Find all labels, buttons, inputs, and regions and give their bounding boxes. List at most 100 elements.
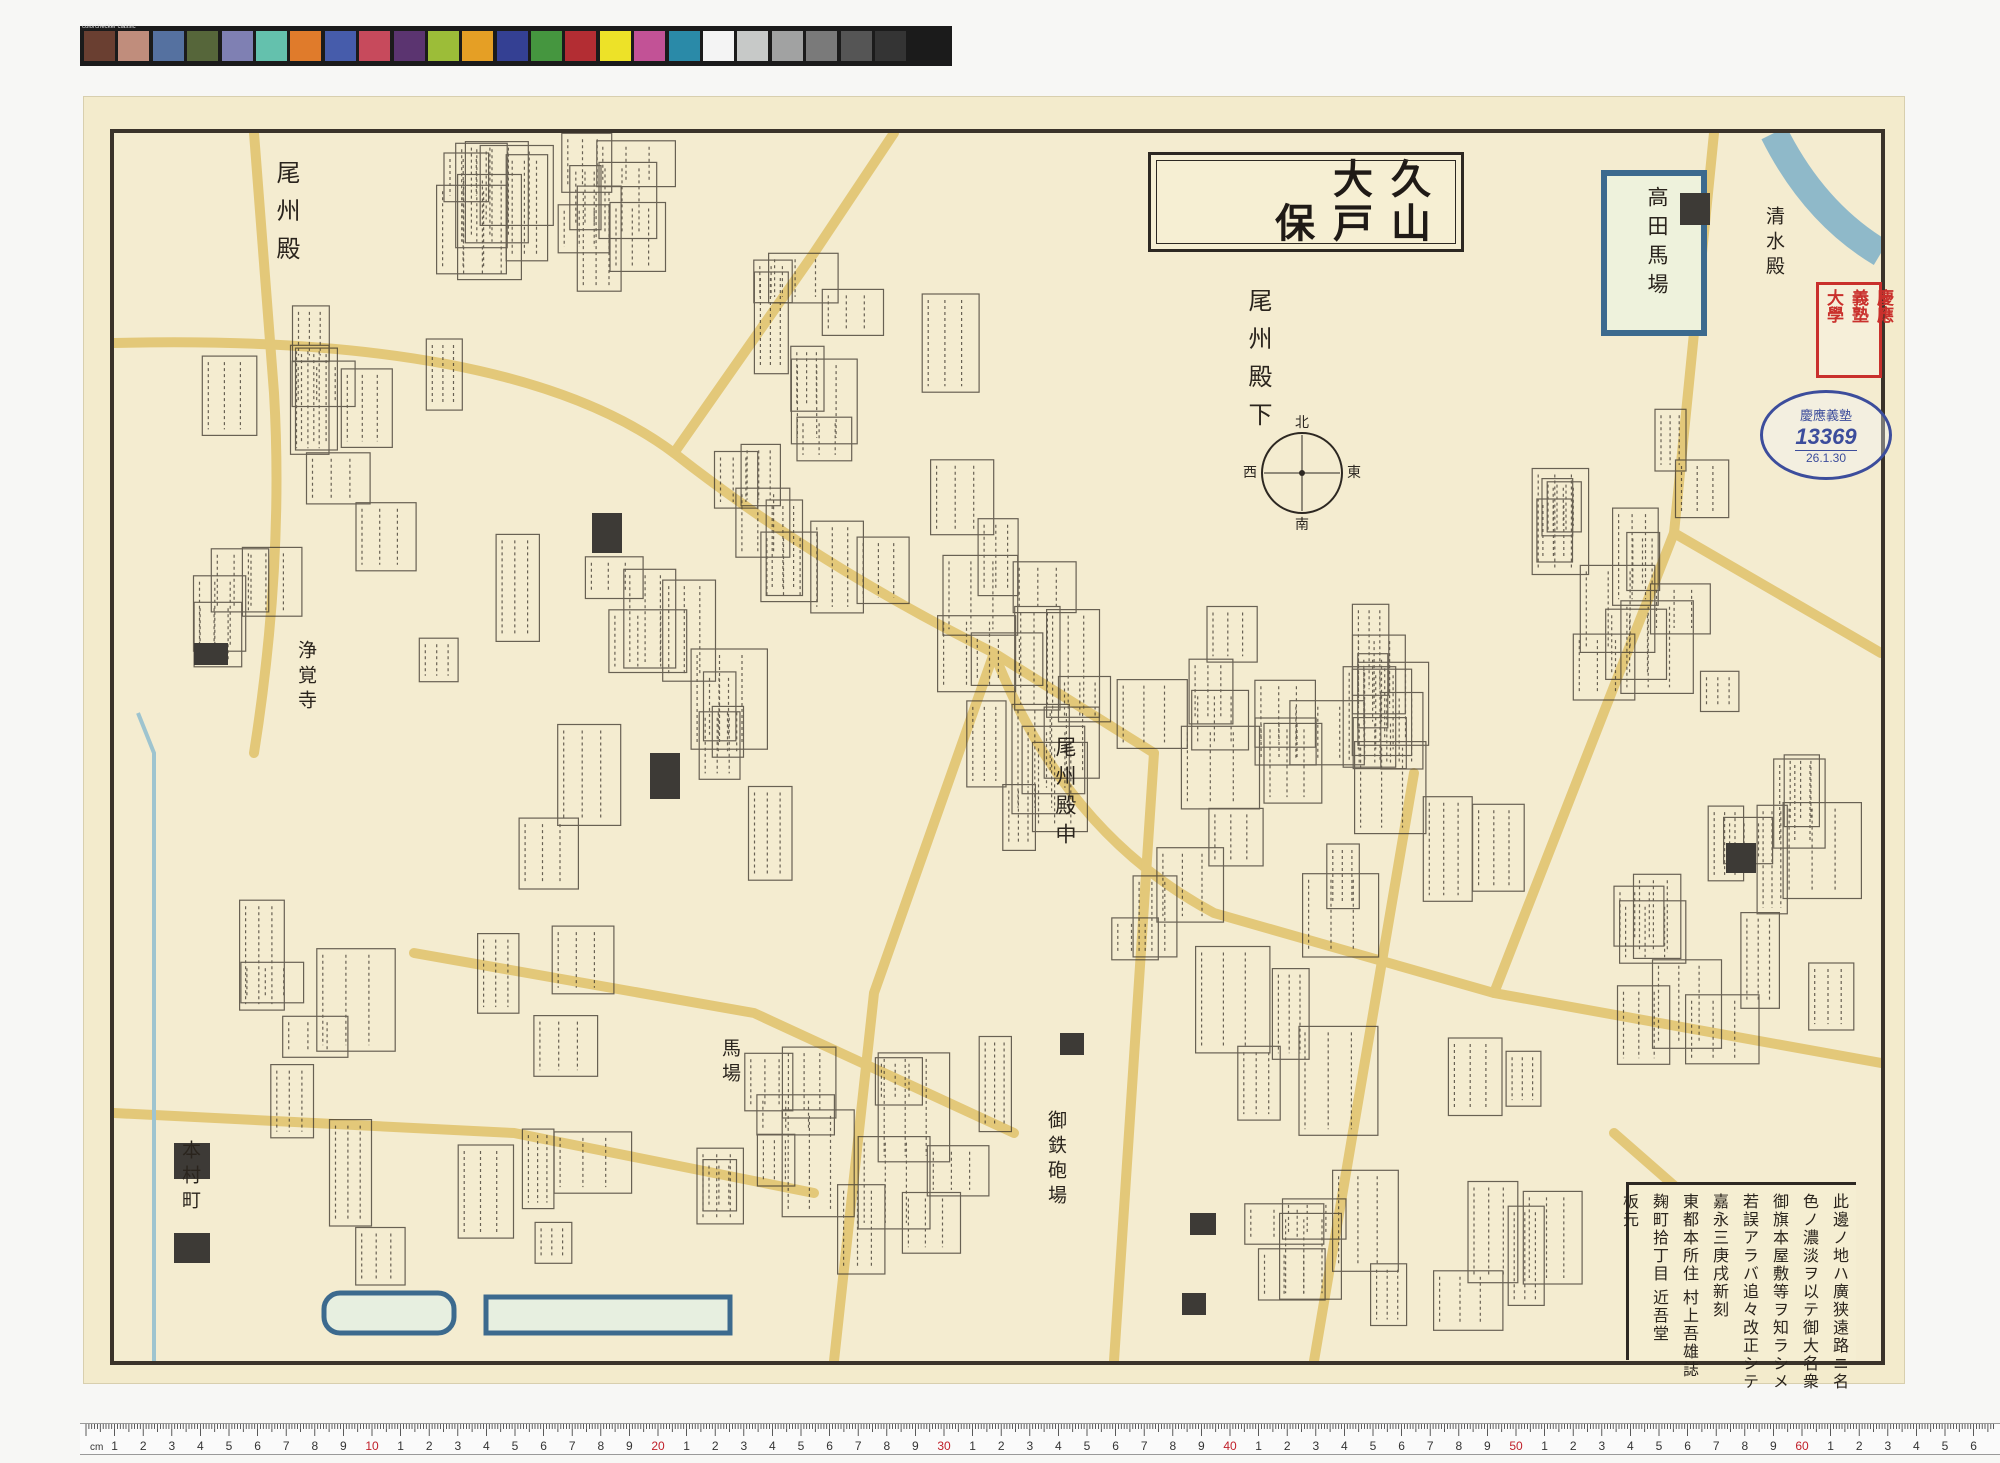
city-block: [1012, 561, 1077, 614]
city-block: [1357, 661, 1430, 746]
ruler-label: 3: [1884, 1439, 1891, 1453]
ruler-ticks: 1 2 3 4 5 6 7 8 9 10 1 2 3 4 5 6 7 8 9 20 1 2 3 4 5 6 7 8 9 30 1 2 3 4 5 6 7…: [85, 1424, 1994, 1453]
ruler-label: 8: [597, 1439, 604, 1453]
ruler-label: 6: [826, 1439, 833, 1453]
ruler-label: 8: [311, 1439, 318, 1453]
ruler-label: 1: [397, 1439, 404, 1453]
road-southeast: [1309, 768, 1419, 1361]
color-swatch: [531, 31, 563, 61]
city-block: [355, 502, 417, 572]
ruler-label: 1: [683, 1439, 690, 1453]
city-block: [1467, 1180, 1519, 1284]
library-seal-red: 慶應 義塾 大學: [1816, 282, 1893, 378]
red-seal-text-3: 大學: [1824, 289, 1843, 323]
city-block: [1618, 900, 1687, 964]
color-swatch: [290, 31, 322, 61]
city-block: [1180, 725, 1261, 810]
color-checker-label: colorchecker classic: [82, 24, 136, 30]
city-block: [1263, 722, 1323, 804]
city-block: [1522, 1190, 1583, 1285]
ruler-label: 4: [769, 1439, 776, 1453]
ruler-label: 3: [1026, 1439, 1033, 1453]
colophon-line-8: 板元: [1620, 1193, 1637, 1229]
ruler-label: 1: [1541, 1439, 1548, 1453]
ruler-label: 7: [283, 1439, 290, 1453]
city-block: [1208, 807, 1264, 867]
color-swatch: [324, 31, 356, 61]
city-block: [1206, 605, 1258, 663]
color-swatch: [221, 31, 253, 61]
compass-west: 西: [1243, 466, 1257, 481]
color-swatch: [874, 31, 906, 61]
label-kakuza: 御鉄砲場: [1045, 1110, 1066, 1210]
ruler-label: 10: [365, 1439, 379, 1453]
label-honmura: 本村町: [179, 1140, 200, 1215]
compass-east: 東: [1347, 465, 1361, 481]
city-block: [201, 355, 258, 437]
ruler-label: 4: [1627, 1439, 1634, 1453]
ruler-label: 8: [1741, 1439, 1748, 1453]
city-block: [690, 648, 768, 750]
city-block: [1326, 843, 1360, 910]
city-block: [929, 459, 995, 536]
measurement-ruler: 1 2 3 4 5 6 7 8 9 10 1 2 3 4 5 6 7 8 9 20 1 2 3 4 5 6 7 8 9 30 1 2 3 4 5 6 7…: [80, 1423, 2000, 1455]
color-swatch: [255, 31, 287, 61]
title-line-2: 保戸山: [1275, 201, 1449, 246]
city-block: [781, 1046, 837, 1119]
road-south-mid: [829, 648, 999, 1361]
city-block: [1244, 1203, 1325, 1245]
ruler-label: 5: [512, 1439, 519, 1453]
ruler-label: 9: [1198, 1439, 1205, 1453]
ruler-label: 5: [798, 1439, 805, 1453]
ruler-label: 5: [1942, 1439, 1949, 1453]
label-takadanobaba: 高田馬場: [1645, 186, 1669, 302]
city-block: [457, 1144, 515, 1239]
ruler-label: 1: [1827, 1439, 1834, 1453]
colophon-line-5: 嘉永三庚戌新刻: [1710, 1193, 1727, 1319]
colophon-line-1: 此邊ノ地ハ廣狭遠路ニ名: [1830, 1193, 1847, 1391]
baba-left: [321, 1290, 457, 1336]
label-baba-bottom: 馬場: [719, 1038, 740, 1088]
city-block: [518, 817, 580, 890]
color-swatch: [84, 31, 115, 61]
ruler-label: 3: [1312, 1439, 1319, 1453]
color-swatch: [359, 31, 391, 61]
road-north: [669, 133, 899, 458]
title-cartouche: 大久 保戸山: [1148, 152, 1464, 252]
ruler-label: 3: [1598, 1439, 1605, 1453]
ruler-label: 3: [740, 1439, 747, 1453]
colophon: 此邊ノ地ハ廣狭遠路ニ名 色ノ濃淡ヲ以テ御大名衆 御旗本屋敷等ヲ知ラシメ 若誤アラ…: [1620, 1182, 1856, 1391]
city-block: [464, 141, 529, 244]
ruler-label: 4: [1913, 1439, 1920, 1453]
color-swatch: [634, 31, 666, 61]
city-block: [596, 140, 676, 188]
city-block: [1447, 1037, 1503, 1117]
ruler-label: 50: [1509, 1439, 1523, 1453]
blue-stamp-number: 13369: [1795, 424, 1857, 451]
compass-south: 南: [1295, 517, 1309, 533]
compass-north: 北: [1295, 415, 1309, 431]
ruler-label: 9: [1770, 1439, 1777, 1453]
ruler-label: 1: [1255, 1439, 1262, 1453]
ruler-label: 6: [1398, 1439, 1405, 1453]
city-block: [857, 1135, 931, 1230]
accession-stamp-blue: 慶應義塾 13369 26.1.30: [1760, 390, 1892, 480]
city-block: [1351, 634, 1406, 715]
ruler-label: 3: [168, 1439, 175, 1453]
ruler-label: 9: [912, 1439, 919, 1453]
color-swatch: [496, 31, 528, 61]
city-block: [1505, 1050, 1542, 1107]
color-swatch: [806, 31, 838, 61]
color-swatch: [427, 31, 459, 61]
ruler-label: 3: [454, 1439, 461, 1453]
colophon-line-2: 色ノ濃淡ヲ以テ御大名衆: [1800, 1193, 1817, 1391]
ruler-label: 30: [937, 1439, 951, 1453]
city-block: [821, 288, 885, 336]
ruler-label: 1: [111, 1439, 118, 1453]
ruler-label: 2: [1284, 1439, 1291, 1453]
city-block: [1191, 689, 1250, 751]
ruler-label: 5: [1370, 1439, 1377, 1453]
city-block: [557, 723, 622, 827]
ruler-label: 7: [569, 1439, 576, 1453]
label-owari-lower: 尾州殿中: [1053, 736, 1077, 852]
